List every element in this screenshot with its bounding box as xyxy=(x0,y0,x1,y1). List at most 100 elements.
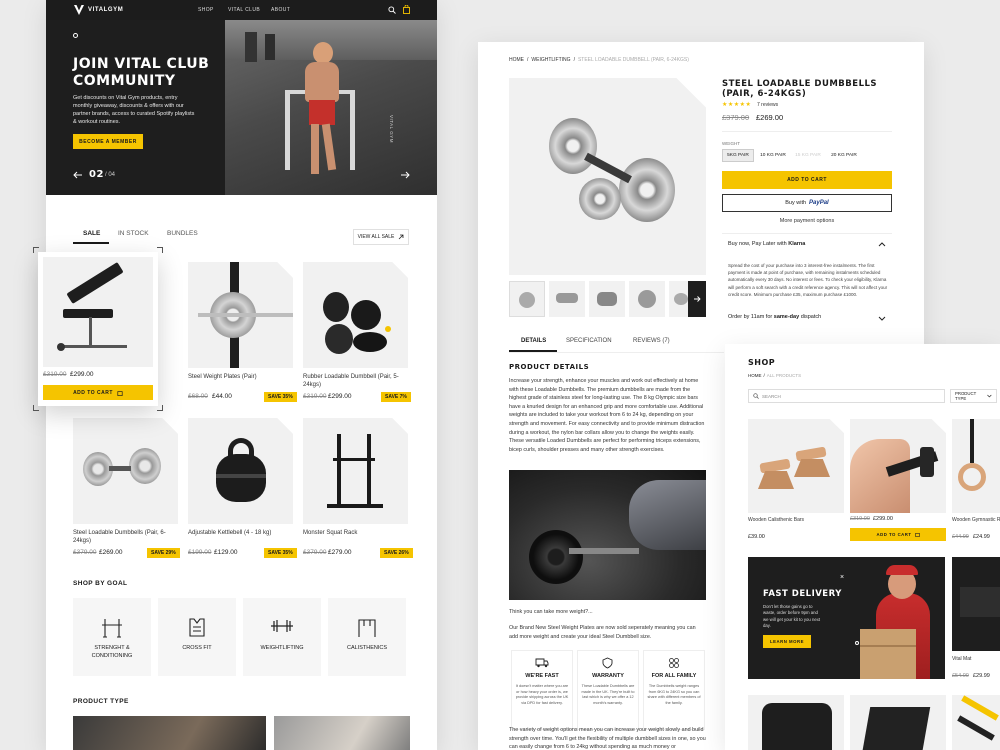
nav-vital-club[interactable]: VITAL CLUB xyxy=(228,7,260,13)
become-member-button[interactable]: BECOME A MEMBER xyxy=(73,134,143,149)
klarna-title: Buy now, Pay Later with xyxy=(728,241,787,247)
breadcrumb-current: ALL PRODUCTS xyxy=(766,373,802,378)
thumbnail-3[interactable] xyxy=(589,281,625,317)
product-name[interactable]: Wooden Calisthenic Bars xyxy=(748,516,804,524)
hero-title: JOIN VITAL CLUB COMMUNITY xyxy=(73,56,209,90)
product-image-weight-plates[interactable] xyxy=(188,262,293,368)
breadcrumb-category[interactable]: WEIGHTLIFTING xyxy=(531,57,570,63)
tab-details[interactable]: DETAILS xyxy=(521,338,546,344)
search-icon[interactable] xyxy=(388,6,396,14)
slide-total: / 04 xyxy=(105,172,116,178)
learn-more-button[interactable]: LEARN MORE xyxy=(763,635,811,648)
thumbnail-2[interactable] xyxy=(549,281,585,317)
view-all-label: VIEW ALL SALE xyxy=(357,234,395,240)
paypal-button[interactable]: Buy with PayPal xyxy=(722,194,892,212)
nav-about[interactable]: ABOUT xyxy=(271,7,290,13)
breadcrumb-home[interactable]: HOME xyxy=(748,373,762,378)
hero-dot xyxy=(73,33,78,38)
arrow-left-icon[interactable] xyxy=(73,171,83,179)
product-image-weight-vest[interactable] xyxy=(748,695,844,750)
product-type-image-2[interactable] xyxy=(274,716,410,750)
product-type-image-1[interactable] xyxy=(73,716,266,750)
add-to-cart-button[interactable]: ADD TO CART xyxy=(722,171,892,189)
family-icon xyxy=(669,658,679,668)
sale-price: £44.00 xyxy=(212,393,232,400)
breadcrumb-sep: / xyxy=(573,57,575,63)
product-type-filter[interactable]: PRODUCT TYPE xyxy=(950,389,997,403)
product-image-vital-mat[interactable] xyxy=(952,557,1000,651)
breadcrumb-sep: / xyxy=(763,373,765,378)
add-to-cart-button[interactable]: ADD TO CART xyxy=(43,385,153,400)
tab-reviews[interactable]: REVIEWS (7) xyxy=(633,338,670,344)
hero-title-line2: COMMUNITY xyxy=(73,73,176,89)
old-price: £199.00 xyxy=(188,549,212,556)
thumbnail-1[interactable] xyxy=(509,281,545,317)
chevron-down-icon[interactable] xyxy=(878,316,886,322)
old-price: £379.00 xyxy=(73,549,97,556)
product-image-calisthenic-bars[interactable] xyxy=(748,419,844,513)
nav-shop[interactable]: SHOP xyxy=(198,7,214,13)
goal-card-crossfit[interactable]: CROSS FIT xyxy=(158,598,236,676)
product-image-straps[interactable] xyxy=(952,695,1000,750)
weight-option-5kg[interactable]: 5KG PAIR xyxy=(722,149,754,162)
save-badge: SAVE 26% xyxy=(380,548,413,558)
close-icon[interactable]: × xyxy=(840,574,844,581)
product-name[interactable]: Rubber Loadable Dumbbell (Pair, 5-24kgs) xyxy=(303,373,408,389)
product-name[interactable]: Adjustable Kettlebell (4 - 18 kg) xyxy=(188,529,293,537)
product-image-squat-rack[interactable] xyxy=(303,418,408,524)
cart-icon[interactable] xyxy=(402,5,411,14)
product-title: STEEL LOADABLE DUMBBELLS (PAIR, 6-24KGS) xyxy=(722,79,877,99)
main-product-image xyxy=(509,78,706,275)
tab-sale[interactable]: SALE xyxy=(83,230,100,237)
old-price: £319.00 xyxy=(303,393,327,400)
goal-card-weightlifting[interactable]: WEIGHTLIFTING xyxy=(243,598,321,676)
product-image-rubber-dumbbell[interactable] xyxy=(303,262,408,368)
more-payment-link[interactable]: More payment options xyxy=(722,218,892,224)
dumbbell-icon xyxy=(271,620,293,632)
thumbnail-5[interactable] xyxy=(669,281,689,317)
save-badge: SAVE 29% xyxy=(147,548,180,558)
product-image-kettlebell[interactable] xyxy=(188,418,293,524)
product-image-gymnastic-rings[interactable] xyxy=(952,419,1000,513)
feature-text: It doesn't matter where you are or how h… xyxy=(515,684,569,705)
product-name[interactable]: Monster Squat Rack xyxy=(303,529,408,537)
goal-label: STRENGHT & xyxy=(94,645,130,651)
dispatch-info: Order by 11am for same-day dispatch xyxy=(728,314,821,320)
product-image-floor-mat[interactable] xyxy=(850,695,946,750)
product-card-bench[interactable]: £319.00 £299.00 ADD TO CART xyxy=(38,252,158,406)
goal-card-strength[interactable]: STRENGHT & CONDITIONING xyxy=(73,598,151,676)
product-image-grip-trainer[interactable] xyxy=(850,419,946,513)
shop-title: SHOP xyxy=(748,358,776,367)
promo-text: Don't let those gains go to waste, order… xyxy=(763,604,821,628)
product-name[interactable]: Vital Mat xyxy=(952,655,971,663)
reviews-link[interactable]: 7 reviews xyxy=(757,102,778,108)
tab-in-stock[interactable]: IN STOCK xyxy=(118,230,149,237)
product-image-steel-dumbbells[interactable] xyxy=(73,418,178,524)
breadcrumb-home[interactable]: HOME xyxy=(509,57,524,63)
chevron-up-icon[interactable] xyxy=(878,241,886,247)
tab-bundles[interactable]: BUNDLES xyxy=(167,230,198,237)
thumbnail-4[interactable] xyxy=(629,281,665,317)
product-name[interactable]: Wooden Gymnastic R xyxy=(952,516,1000,524)
arrow-right-icon[interactable] xyxy=(400,171,410,179)
brand-logo[interactable]: VITALGYM xyxy=(73,4,123,16)
weight-option-20kg[interactable]: 20 KG PAIR xyxy=(828,149,860,162)
shop-by-goal-title: SHOP BY GOAL xyxy=(73,580,128,587)
goal-label: WEIGHTLIFTING xyxy=(260,645,304,651)
feature-text: These Loadable Dumbbells are made in the… xyxy=(581,684,635,705)
view-all-sale-button[interactable]: VIEW ALL SALE xyxy=(353,229,409,245)
thumbnail-next-button[interactable] xyxy=(688,281,706,317)
klarna-header[interactable]: Buy now, Pay Later with Klarna xyxy=(728,241,805,247)
product-name[interactable]: Steel Loadable Dumbbells (Pair, 6-24kgs) xyxy=(73,529,178,545)
search-input[interactable]: SEARCH xyxy=(748,389,945,403)
breadcrumb: HOME / WEIGHTLIFTING / STEEL LOADABLE DU… xyxy=(509,57,689,63)
goal-card-calisthenics[interactable]: CALISTHENICS xyxy=(328,598,406,676)
tab-specification[interactable]: SPECIFICATION xyxy=(566,338,612,344)
product-name[interactable]: Steel Weight Plates (Pair) xyxy=(188,373,293,381)
arrow-up-right-icon xyxy=(399,234,404,240)
weight-option-10kg[interactable]: 10 KG PAIR xyxy=(757,149,789,162)
arrow-right-icon xyxy=(694,296,701,302)
save-badge: SAVE 35% xyxy=(264,392,297,402)
add-to-cart-button[interactable]: ADD TO CART xyxy=(850,528,946,541)
focus-corner xyxy=(33,247,39,253)
